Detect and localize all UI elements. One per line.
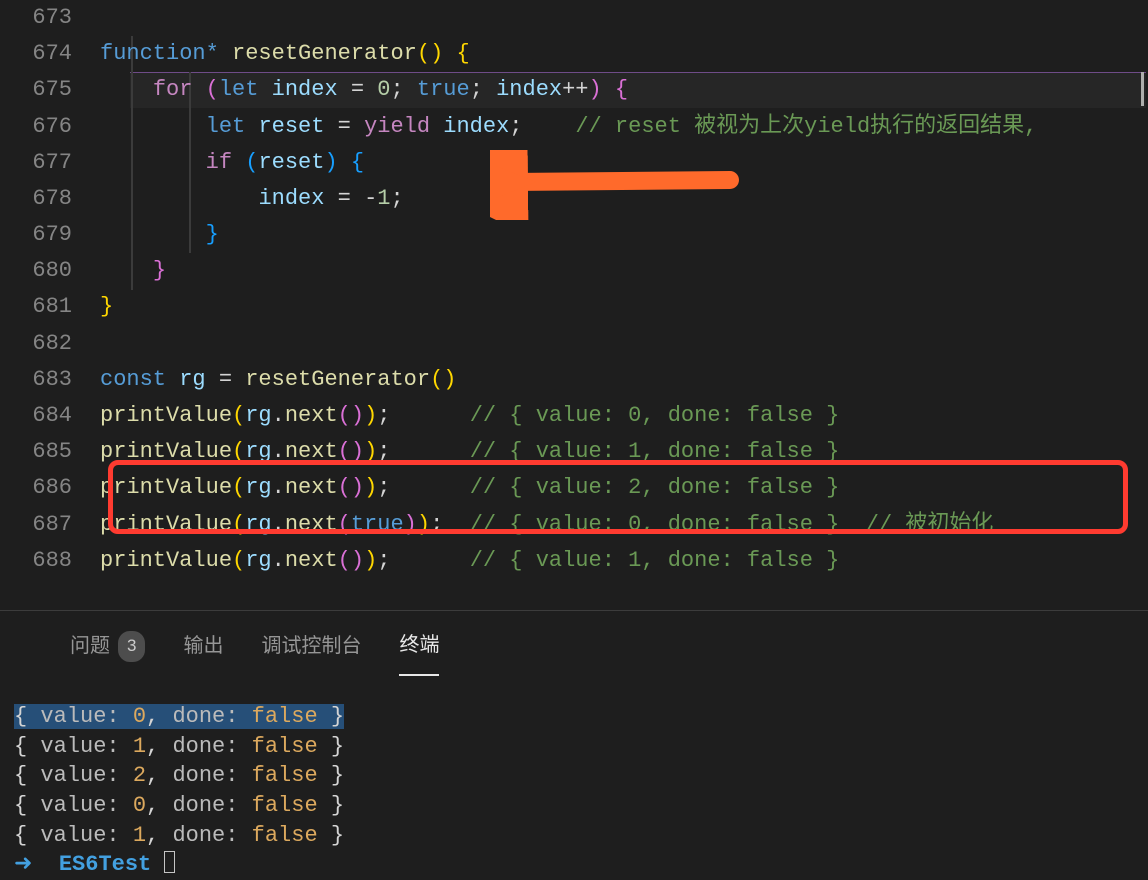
bottom-panel: 问题 3 输出 调试控制台 终端 { value: 0, done: false…: [0, 610, 1148, 880]
line-content: printValue(rg.next()); // { value: 2, do…: [100, 470, 839, 506]
line-number: 684: [0, 398, 100, 434]
tab-output[interactable]: 输出: [183, 629, 223, 676]
line-content: if (reset) {: [100, 145, 364, 181]
line-number: 681: [0, 289, 100, 325]
code-line[interactable]: 682: [0, 326, 1148, 362]
tab-label: 输出: [183, 630, 223, 663]
panel-tabs: 问题 3 输出 调试控制台 终端: [0, 615, 1148, 676]
code-line[interactable]: 679 }: [0, 217, 1148, 253]
line-content: index = -1;: [100, 181, 404, 217]
line-content: }: [100, 217, 219, 253]
line-content: printValue(rg.next()); // { value: 1, do…: [100, 543, 839, 579]
code-line[interactable]: 684printValue(rg.next()); // { value: 0,…: [0, 398, 1148, 434]
line-number: 675: [0, 72, 100, 108]
line-number: 680: [0, 253, 100, 289]
tab-label: 问题: [70, 630, 110, 663]
line-number: 676: [0, 109, 100, 145]
line-number: 687: [0, 507, 100, 543]
line-content: printValue(rg.next()); // { value: 0, do…: [100, 398, 839, 434]
code-line[interactable]: 676 let reset = yield index; // reset 被视…: [0, 109, 1148, 145]
line-number: 685: [0, 434, 100, 470]
code-line[interactable]: 686printValue(rg.next()); // { value: 2,…: [0, 470, 1148, 506]
line-content: }: [100, 289, 113, 325]
code-editor[interactable]: 673674function* resetGenerator() {675 fo…: [0, 0, 1148, 610]
terminal-output[interactable]: { value: 0, done: false } { value: 1, do…: [0, 676, 1148, 880]
code-line[interactable]: 687printValue(rg.next(true)); // { value…: [0, 507, 1148, 543]
line-content: let reset = yield index; // reset 被视为上次y…: [100, 109, 1037, 145]
line-content: for (let index = 0; true; index++) {: [100, 72, 628, 108]
code-line[interactable]: 675 for (let index = 0; true; index++) {: [0, 72, 1148, 108]
line-number: 682: [0, 326, 100, 362]
code-line[interactable]: 688printValue(rg.next()); // { value: 1,…: [0, 543, 1148, 579]
code-line[interactable]: 681}: [0, 290, 1148, 326]
line-content: printValue(rg.next()); // { value: 1, do…: [100, 434, 839, 470]
line-content: }: [100, 253, 166, 289]
line-number: 674: [0, 36, 100, 72]
code-line[interactable]: 678 index = -1;: [0, 181, 1148, 217]
code-line[interactable]: 673: [0, 0, 1148, 36]
tab-problems[interactable]: 问题 3: [70, 629, 145, 676]
line-number: 683: [0, 362, 100, 398]
line-number: 688: [0, 543, 100, 579]
line-content: function* resetGenerator() {: [100, 36, 470, 72]
code-line[interactable]: 680 }: [0, 253, 1148, 289]
line-number: 677: [0, 145, 100, 181]
problems-badge: 3: [118, 631, 145, 661]
tab-terminal[interactable]: 终端: [399, 629, 439, 676]
code-line[interactable]: 677 if (reset) {: [0, 145, 1148, 181]
tab-label: 终端: [399, 629, 439, 662]
line-number: 679: [0, 217, 100, 253]
code-line[interactable]: 685printValue(rg.next()); // { value: 1,…: [0, 434, 1148, 470]
code-line[interactable]: 683const rg = resetGenerator(): [0, 362, 1148, 398]
line-number: 678: [0, 181, 100, 217]
tab-debug-console[interactable]: 调试控制台: [261, 629, 361, 676]
code-line[interactable]: 674function* resetGenerator() {: [0, 36, 1148, 72]
line-number: 673: [0, 0, 100, 36]
line-number: 686: [0, 470, 100, 506]
tab-label: 调试控制台: [261, 630, 361, 663]
line-content: const rg = resetGenerator(): [100, 362, 456, 398]
line-content: printValue(rg.next(true)); // { value: 0…: [100, 507, 993, 543]
